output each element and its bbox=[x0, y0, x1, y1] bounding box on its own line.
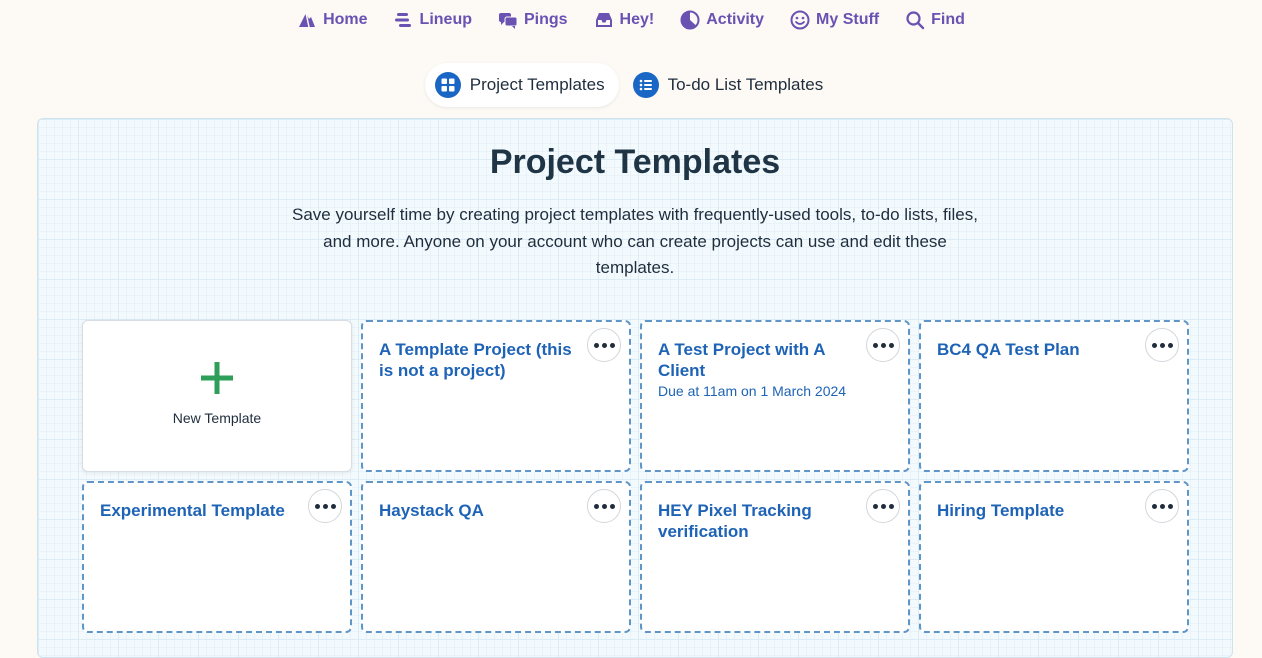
activity-icon bbox=[680, 10, 700, 30]
more-icon bbox=[601, 342, 607, 348]
template-title[interactable]: A Template Project (this is not a projec… bbox=[379, 339, 587, 381]
template-menu-button[interactable] bbox=[1145, 489, 1179, 523]
pings-chat-icon bbox=[498, 13, 518, 29]
more-icon bbox=[1151, 503, 1157, 509]
tab-todo-list-templates[interactable]: To-do List Templates bbox=[623, 63, 838, 107]
template-card[interactable]: A Template Project (this is not a projec… bbox=[361, 320, 631, 472]
template-title[interactable]: BC4 QA Test Plan bbox=[937, 339, 1145, 360]
template-menu-button[interactable] bbox=[308, 489, 342, 523]
more-icon bbox=[888, 342, 894, 348]
smiley-face-icon bbox=[790, 10, 810, 30]
more-icon bbox=[880, 342, 886, 348]
page-title: Project Templates bbox=[489, 143, 781, 181]
template-menu-button[interactable] bbox=[866, 489, 900, 523]
nav-activity-label: Activity bbox=[706, 11, 765, 28]
hey-inbox-icon bbox=[595, 13, 612, 27]
template-card[interactable]: Hiring Template bbox=[919, 481, 1189, 633]
nav-activity[interactable]: Activity bbox=[667, 1, 777, 39]
more-icon bbox=[609, 342, 615, 348]
nav-pings-label: Pings bbox=[523, 11, 568, 28]
template-title[interactable]: A Test Project with A Client bbox=[658, 339, 866, 381]
template-title[interactable]: Hiring Template bbox=[937, 500, 1145, 521]
more-icon bbox=[880, 503, 886, 509]
more-icon bbox=[872, 342, 878, 348]
template-menu-button[interactable] bbox=[587, 328, 621, 362]
more-icon bbox=[601, 503, 607, 509]
template-card[interactable]: HEY Pixel Tracking verification bbox=[640, 481, 910, 633]
template-title[interactable]: HEY Pixel Tracking verification bbox=[658, 500, 866, 542]
template-title[interactable]: Haystack QA bbox=[379, 500, 587, 521]
template-menu-button[interactable] bbox=[587, 489, 621, 523]
template-type-switcher: Project Templates To-do List Templates bbox=[0, 63, 1262, 107]
home-mountain-icon bbox=[299, 12, 316, 28]
new-template-label: New Template bbox=[172, 410, 262, 426]
nav-find-label: Find bbox=[931, 11, 965, 28]
template-card[interactable]: A Test Project with A Client Due at 11am… bbox=[640, 320, 910, 472]
project-templates-panel: Project Templates Save yourself time by … bbox=[37, 118, 1233, 658]
nav-home-label: Home bbox=[323, 11, 368, 28]
lineup-icon bbox=[394, 13, 411, 27]
tab-project-templates-label: Project Templates bbox=[469, 75, 605, 94]
nav-lineup[interactable]: Lineup bbox=[381, 1, 485, 39]
grid-icon bbox=[434, 72, 461, 98]
nav-home[interactable]: Home bbox=[284, 1, 380, 39]
page-description: Save yourself time by creating project t… bbox=[292, 205, 978, 277]
more-icon bbox=[888, 503, 894, 509]
tab-project-templates[interactable]: Project Templates bbox=[424, 63, 619, 107]
more-icon bbox=[1167, 503, 1173, 509]
nav-lineup-label: Lineup bbox=[419, 11, 472, 28]
nav-find[interactable]: Find bbox=[892, 1, 978, 39]
more-icon bbox=[593, 342, 599, 348]
nav-hey-label: Hey! bbox=[619, 11, 655, 28]
template-title[interactable]: Experimental Template bbox=[100, 500, 308, 521]
more-icon bbox=[1159, 342, 1165, 348]
template-card[interactable]: Experimental Template bbox=[82, 481, 352, 633]
template-card[interactable]: BC4 QA Test Plan bbox=[919, 320, 1189, 472]
nav-pings[interactable]: Pings bbox=[485, 1, 581, 39]
more-icon bbox=[872, 503, 878, 509]
tab-todo-list-templates-label: To-do List Templates bbox=[667, 75, 824, 94]
more-icon bbox=[609, 503, 615, 509]
more-icon bbox=[1167, 342, 1173, 348]
plus-icon bbox=[201, 362, 233, 394]
more-icon bbox=[593, 503, 599, 509]
top-navigation: Home Lineup Pings Hey! Activity My Stuff… bbox=[0, 0, 1262, 40]
more-icon bbox=[1159, 503, 1165, 509]
nav-hey[interactable]: Hey! bbox=[581, 1, 668, 39]
template-menu-button[interactable] bbox=[1145, 328, 1179, 362]
more-icon bbox=[322, 503, 328, 509]
nav-my-stuff-label: My Stuff bbox=[816, 11, 880, 28]
more-icon bbox=[330, 503, 336, 509]
more-icon bbox=[1151, 342, 1157, 348]
more-icon bbox=[314, 503, 320, 509]
template-menu-button[interactable] bbox=[866, 328, 900, 362]
template-due-date: Due at 11am on 1 March 2024 bbox=[658, 383, 847, 399]
new-template-button[interactable]: New Template bbox=[82, 320, 352, 472]
list-icon bbox=[632, 72, 659, 98]
search-icon bbox=[906, 11, 925, 30]
template-card[interactable]: Haystack QA bbox=[361, 481, 631, 633]
nav-my-stuff[interactable]: My Stuff bbox=[777, 1, 892, 39]
